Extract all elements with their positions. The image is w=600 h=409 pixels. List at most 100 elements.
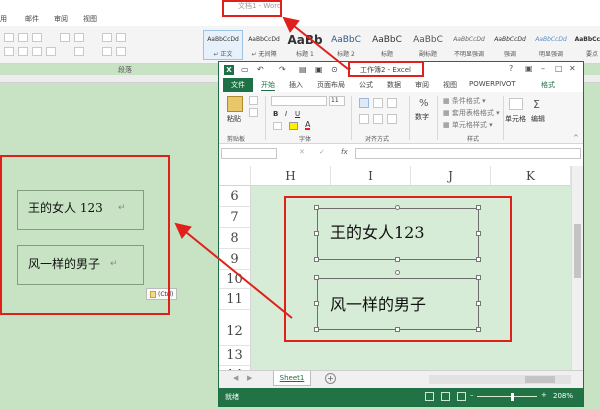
fill-color-icon[interactable] (289, 122, 298, 130)
bold-button[interactable]: B (273, 110, 278, 118)
vertical-scroll-thumb[interactable] (574, 224, 581, 278)
edit-button[interactable]: 编辑 (531, 114, 545, 124)
font-size-select[interactable]: 11 (329, 96, 345, 106)
row-header-11[interactable]: 11 (219, 289, 251, 310)
zoom-in-icon[interactable]: + (541, 391, 547, 399)
cells-button[interactable]: 单元格 (505, 114, 526, 124)
undo-icon[interactable]: ↶ (257, 65, 264, 74)
font-name-select[interactable] (271, 96, 327, 106)
number-format-button[interactable]: 数字 (415, 112, 429, 122)
row-header-10[interactable]: 10 (219, 270, 251, 289)
format-painter-icon[interactable]: ▤ (299, 65, 307, 74)
align-left-icon[interactable] (4, 47, 14, 56)
word-tab-edge[interactable]: 用 (0, 14, 7, 24)
spelling-icon[interactable]: ⊙ (331, 65, 338, 74)
percent-icon[interactable]: % (419, 98, 429, 109)
italic-button[interactable]: I (285, 110, 287, 118)
enter-formula-icon[interactable]: ✓ (319, 148, 325, 156)
excel-tab-page-layout[interactable]: 页面布局 (317, 80, 345, 90)
row-header-6[interactable]: 6 (219, 186, 251, 207)
collapse-ribbon-icon[interactable]: ^ (573, 134, 579, 142)
excel-tab-data[interactable]: 数据 (387, 80, 401, 90)
sort-icon[interactable] (102, 33, 112, 42)
paste-button[interactable]: 粘贴 (227, 114, 241, 124)
borders-icon[interactable] (273, 122, 282, 130)
style-title[interactable]: AaBbC 标题 (367, 30, 407, 60)
help-button[interactable]: ? (509, 64, 513, 73)
vertical-scrollbar[interactable] (571, 166, 583, 370)
name-box[interactable] (221, 148, 277, 159)
style-emphasis[interactable]: AaBbCcDd 强调 (490, 30, 530, 60)
prev-sheet-icon[interactable]: ◀ (233, 374, 238, 382)
row-header-12[interactable]: 12 (219, 310, 251, 346)
style-intense-emphasis[interactable]: AaBbCcDd 明显强调 (531, 30, 571, 60)
excel-tab-format[interactable]: 格式 (541, 80, 555, 90)
maximize-icon[interactable]: □ (555, 64, 563, 73)
horizontal-scroll-thumb[interactable] (525, 376, 555, 383)
align-right-icon[interactable] (32, 47, 42, 56)
excel-tab-insert[interactable]: 插入 (289, 80, 303, 90)
formula-input[interactable] (355, 148, 581, 159)
show-marks-icon[interactable] (116, 33, 126, 42)
column-header-h[interactable]: H (251, 166, 331, 186)
copy-icon[interactable] (249, 108, 258, 117)
add-sheet-icon[interactable]: + (325, 373, 336, 384)
align-middle-icon[interactable] (373, 98, 383, 108)
multilevel-list-icon[interactable] (32, 33, 42, 42)
paste-icon[interactable] (227, 96, 243, 112)
align-left-icon[interactable] (359, 114, 369, 124)
cells-icon[interactable] (509, 98, 523, 110)
numbering-icon[interactable] (18, 33, 28, 42)
zoom-slider-track[interactable] (477, 396, 537, 397)
bullets-icon[interactable] (4, 33, 14, 42)
page-break-view-icon[interactable] (457, 392, 466, 401)
justify-icon[interactable] (46, 47, 56, 56)
align-right-icon[interactable] (387, 114, 397, 124)
style-subtle-emphasis[interactable]: AaBbCcDd 不明显强调 (449, 30, 489, 60)
minimize-icon[interactable]: – (541, 64, 545, 73)
conditional-format-button[interactable]: ▦ 条件格式 ▾ (443, 96, 486, 106)
ribbon-display-icon[interactable]: ▣ (525, 64, 533, 73)
style-heading-2[interactable]: AaBbC 标题 2 (326, 30, 366, 60)
cancel-formula-icon[interactable]: ✕ (299, 148, 305, 156)
select-all-corner[interactable] (219, 166, 251, 186)
word-tab-view[interactable]: 视图 (83, 14, 97, 24)
row-header-7[interactable]: 7 (219, 207, 251, 228)
edit-icon[interactable]: Σ (533, 98, 540, 111)
word-tab-mailings[interactable]: 邮件 (25, 14, 39, 24)
borders-icon[interactable] (116, 47, 126, 56)
align-center-icon[interactable] (18, 47, 28, 56)
excel-tab-file[interactable]: 文件 (223, 78, 253, 92)
excel-tab-home[interactable]: 开始 (261, 80, 275, 91)
font-color-icon[interactable]: A (305, 121, 311, 130)
increase-indent-icon[interactable] (74, 33, 84, 42)
normal-view-icon[interactable] (425, 392, 434, 401)
close-icon[interactable]: ✕ (569, 64, 576, 73)
row-header-8[interactable]: 8 (219, 228, 251, 249)
excel-tab-review[interactable]: 审阅 (415, 80, 429, 90)
align-top-icon[interactable] (359, 98, 369, 108)
zoom-slider-knob[interactable] (511, 393, 514, 401)
column-header-k[interactable]: K (491, 166, 571, 186)
style-subtitle[interactable]: AaBbC 副标题 (408, 30, 448, 60)
zoom-level[interactable]: 208% (553, 392, 573, 400)
next-sheet-icon[interactable]: ▶ (247, 374, 252, 382)
excel-tab-formulas[interactable]: 公式 (359, 80, 373, 90)
format-as-table-button[interactable]: ▦ 套用表格格式 ▾ (443, 108, 500, 118)
excel-tab-view[interactable]: 视图 (443, 80, 457, 90)
decrease-indent-icon[interactable] (60, 33, 70, 42)
save-icon[interactable]: ▭ (241, 65, 249, 74)
print-preview-icon[interactable]: ▣ (315, 65, 323, 74)
underline-button[interactable]: U (295, 110, 300, 118)
insert-function-icon[interactable]: fx (341, 148, 348, 156)
column-header-j[interactable]: J (411, 166, 491, 186)
style-strong[interactable]: AaBbCcDd要点 (572, 30, 600, 60)
style-heading-1[interactable]: AaBb 标题 1 (285, 30, 325, 60)
row-header-13[interactable]: 13 (219, 346, 251, 366)
style-normal[interactable]: AaBbCcDd ↵ 正文 (203, 30, 243, 60)
column-header-i[interactable]: I (331, 166, 411, 186)
zoom-out-icon[interactable]: – (470, 391, 474, 399)
page-layout-view-icon[interactable] (441, 392, 450, 401)
align-bottom-icon[interactable] (387, 98, 397, 108)
shading-icon[interactable] (102, 47, 112, 56)
